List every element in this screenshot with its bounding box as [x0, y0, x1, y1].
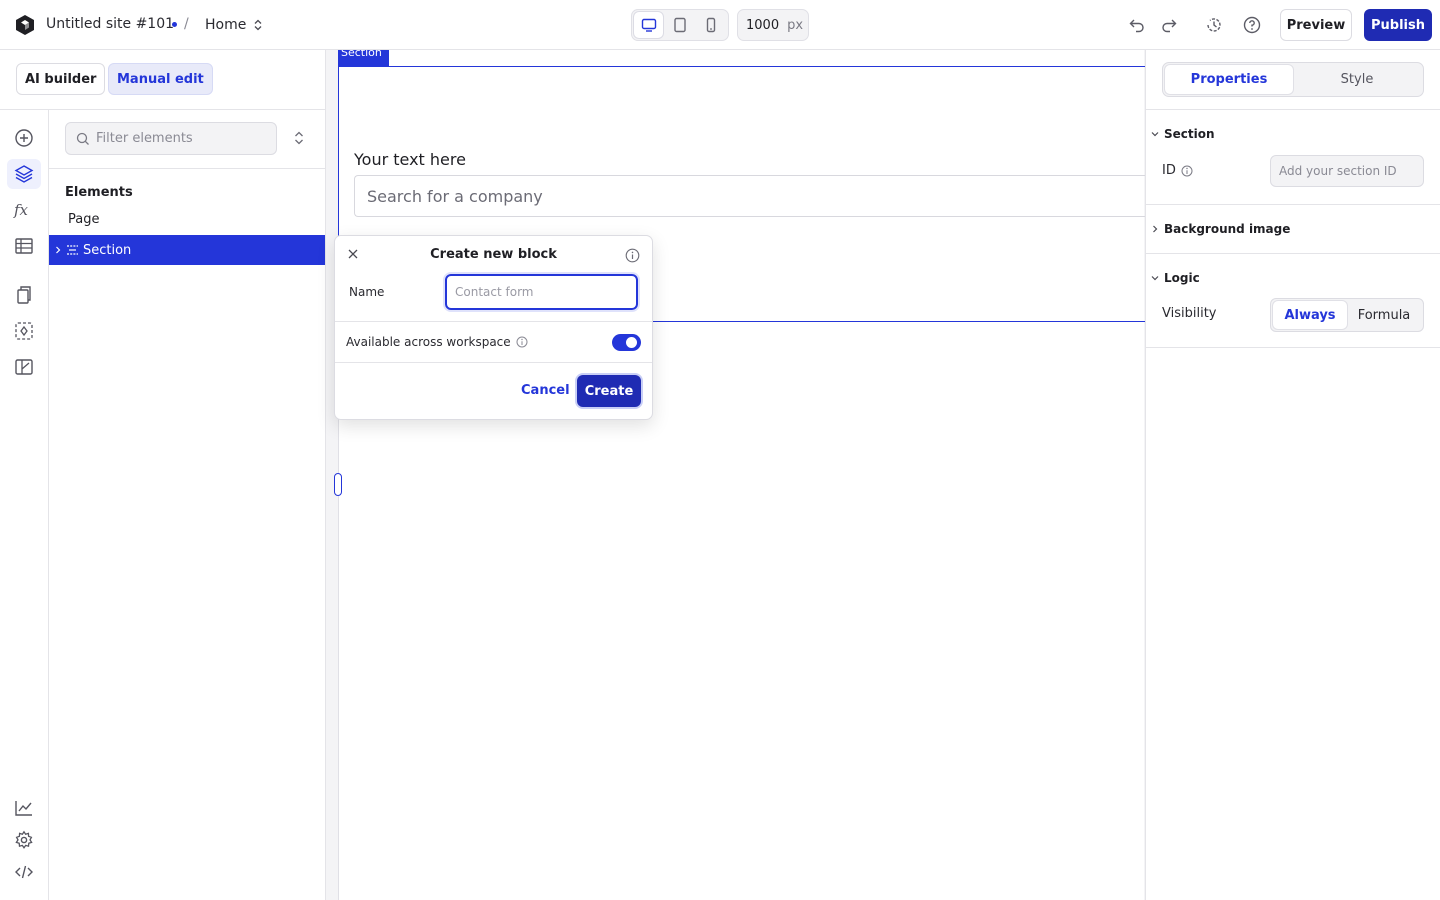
app-logo-icon[interactable]	[14, 14, 36, 36]
chevron-down-icon	[1150, 273, 1160, 283]
logic-group-title: Logic	[1164, 271, 1200, 285]
device-switcher	[631, 9, 729, 41]
pages-icon[interactable]	[13, 284, 35, 306]
tab-properties[interactable]: Properties	[1165, 65, 1293, 94]
tree-item-section[interactable]: Section	[49, 235, 325, 265]
section-tag: Section	[338, 50, 389, 66]
info-icon[interactable]	[1181, 165, 1193, 177]
breadcrumb-separator: /	[184, 16, 189, 32]
divider	[335, 362, 652, 363]
filter-elements-input[interactable]: Filter elements	[65, 122, 277, 155]
company-search-placeholder: Search for a company	[367, 186, 543, 206]
background-image-title: Background image	[1164, 222, 1291, 236]
create-block-dialog: Create new block Name Contact form Avail…	[334, 235, 653, 420]
section-id-input[interactable]: Add your section ID	[1270, 155, 1424, 187]
filter-elements-placeholder: Filter elements	[96, 131, 193, 146]
redo-icon[interactable]	[1157, 13, 1181, 37]
panel-tabs: Properties Style	[1162, 62, 1424, 97]
background-image-group-header[interactable]: Background image	[1150, 222, 1290, 236]
toggle-knob	[626, 337, 637, 348]
available-across-workspace-row: Available across workspace	[346, 335, 528, 349]
svg-text:fx: fx	[13, 201, 29, 219]
tree-item-section-label: Section	[83, 242, 132, 258]
help-icon[interactable]	[1240, 13, 1264, 37]
info-icon[interactable]	[625, 248, 640, 263]
chevron-down-icon	[1150, 129, 1160, 139]
section-icon	[66, 244, 79, 256]
id-field-label: ID	[1162, 163, 1193, 178]
formula-icon[interactable]: fx	[13, 199, 35, 221]
add-element-icon[interactable]	[13, 127, 35, 149]
divider	[1146, 347, 1440, 348]
visibility-toggle-group: Always Formula	[1270, 298, 1424, 332]
create-button[interactable]: Create	[577, 375, 641, 407]
page-selector[interactable]: Home	[197, 9, 271, 41]
logic-group-header[interactable]: Logic	[1150, 271, 1200, 285]
block-name-input[interactable]: Contact form	[445, 274, 638, 310]
block-name-placeholder: Contact form	[455, 285, 534, 299]
preview-button[interactable]: Preview	[1280, 9, 1352, 41]
visibility-always-option[interactable]: Always	[1273, 301, 1347, 329]
id-label: ID	[1162, 163, 1176, 178]
history-icon[interactable]	[1202, 13, 1226, 37]
tab-style[interactable]: Style	[1293, 65, 1421, 94]
divider	[1146, 109, 1440, 110]
tree-item-page[interactable]: Page	[68, 212, 99, 227]
components-icon[interactable]	[13, 320, 35, 342]
chevron-up-down-icon	[253, 19, 263, 31]
chevron-right-icon	[1150, 224, 1160, 234]
name-label: Name	[349, 285, 385, 299]
filter-row: Filter elements	[49, 110, 325, 169]
layers-icon[interactable]	[7, 159, 41, 189]
divider	[335, 321, 652, 322]
search-icon	[76, 132, 90, 146]
unsaved-indicator	[172, 22, 177, 27]
ai-builder-button[interactable]: AI builder	[16, 63, 106, 95]
cancel-button[interactable]: Cancel	[521, 383, 570, 398]
canvas-width-input[interactable]: 1000 px	[737, 9, 809, 41]
resize-handle[interactable]	[334, 473, 342, 496]
code-icon[interactable]	[13, 861, 35, 883]
divider	[1146, 204, 1440, 205]
publish-button[interactable]: Publish	[1364, 9, 1432, 41]
section-group-header[interactable]: Section	[1150, 127, 1215, 141]
dialog-title: Create new block	[430, 247, 557, 262]
chevron-right-icon[interactable]	[54, 245, 64, 255]
page-selector-label: Home	[205, 17, 247, 33]
mobile-icon[interactable]	[697, 12, 726, 38]
manual-edit-button[interactable]: Manual edit	[108, 63, 213, 95]
canvas-width-value: 1000	[746, 17, 780, 33]
section-id-placeholder: Add your section ID	[1279, 164, 1397, 178]
data-table-icon[interactable]	[13, 235, 35, 257]
available-across-workspace-toggle[interactable]	[612, 334, 641, 351]
properties-panel: Properties Style Section ID Add your sec…	[1145, 50, 1440, 900]
visibility-label: Visibility	[1162, 306, 1217, 321]
available-label: Available across workspace	[346, 335, 511, 349]
desktop-icon[interactable]	[634, 12, 664, 38]
expand-collapse-icon[interactable]	[293, 131, 305, 145]
top-bar: Untitled site #101 / Home 1000 px Previe…	[0, 0, 1440, 50]
left-rail: fx	[0, 110, 49, 900]
info-icon[interactable]	[516, 336, 528, 348]
canvas-text-block[interactable]: Your text here	[354, 150, 466, 169]
section-group-title: Section	[1164, 127, 1215, 141]
visibility-formula-option[interactable]: Formula	[1347, 301, 1421, 329]
settings-gear-icon[interactable]	[13, 829, 35, 851]
elements-panel: Filter elements Elements Page Section	[49, 110, 326, 900]
theme-icon[interactable]	[13, 356, 35, 378]
undo-icon[interactable]	[1125, 13, 1149, 37]
analytics-icon[interactable]	[13, 797, 35, 819]
tablet-icon[interactable]	[665, 12, 694, 38]
site-name[interactable]: Untitled site #101	[46, 16, 174, 32]
canvas-width-unit: px	[787, 17, 804, 33]
divider	[1146, 253, 1440, 254]
company-search-input[interactable]: Search for a company	[354, 175, 1145, 217]
elements-title: Elements	[65, 185, 133, 200]
mode-bar: AI builder Manual edit	[0, 50, 326, 110]
